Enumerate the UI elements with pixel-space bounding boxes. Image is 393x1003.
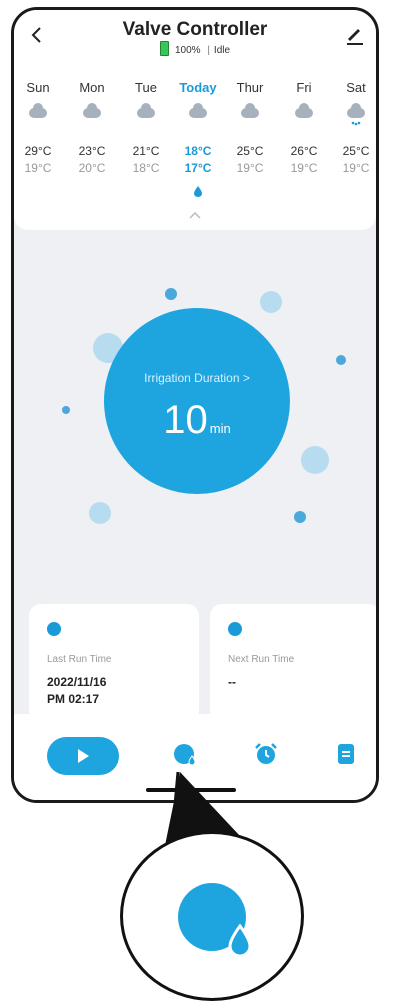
water-drop-icon [178, 883, 252, 958]
zoom-callout [120, 831, 304, 1001]
